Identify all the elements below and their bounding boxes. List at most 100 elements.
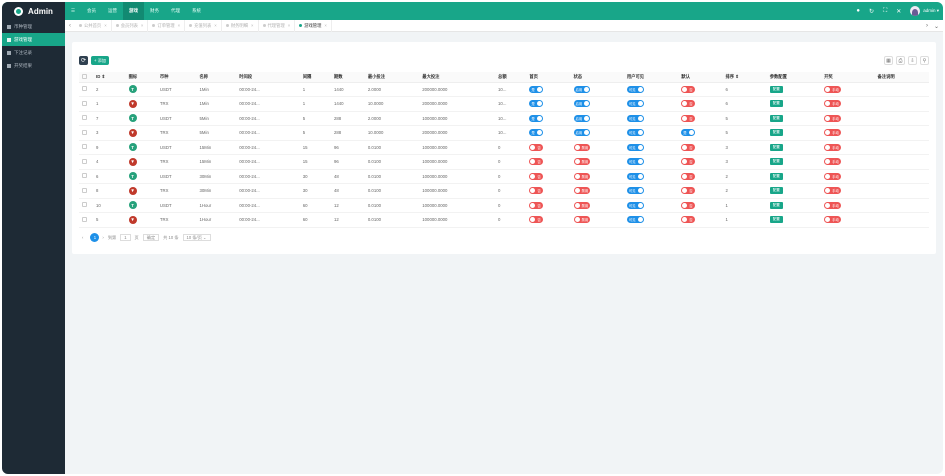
tab-close-icon[interactable]: ×: [288, 23, 291, 28]
default-toggle[interactable]: 否: [681, 100, 695, 108]
tab-item[interactable]: 订单管理 ×: [148, 19, 186, 32]
tab-scroll-right-icon[interactable]: ›: [926, 23, 928, 29]
row-checkbox[interactable]: [82, 158, 87, 164]
visible-toggle[interactable]: 可见: [626, 158, 644, 166]
export-icon[interactable]: ⇩: [908, 56, 917, 65]
row-checkbox[interactable]: [82, 202, 87, 208]
status-toggle[interactable]: 启用: [573, 114, 591, 122]
default-toggle[interactable]: 否: [681, 172, 695, 180]
home-toggle[interactable]: 是: [529, 85, 543, 93]
row-checkbox[interactable]: [82, 100, 87, 106]
table-row[interactable]: 2 T USDT 1Min 00:00-24... 1 1440 2.0000 200000.0…: [79, 82, 929, 97]
status-toggle[interactable]: 启用: [573, 100, 591, 108]
row-checkbox[interactable]: [82, 129, 87, 135]
draw-toggle[interactable]: 手动: [824, 114, 841, 122]
home-toggle[interactable]: 否: [529, 172, 543, 180]
draw-toggle[interactable]: 手动: [824, 216, 841, 224]
add-button[interactable]: + 添加: [91, 56, 109, 65]
config-button[interactable]: 配置: [769, 143, 783, 151]
table-row[interactable]: 5 ▼ TRX 1Hour 00:00-24... 60 12 0.0100 100000.00…: [79, 212, 929, 228]
draw-toggle[interactable]: 手动: [824, 143, 841, 151]
status-toggle[interactable]: 禁用: [573, 201, 591, 209]
draw-toggle[interactable]: 手动: [824, 129, 841, 137]
tab-close-icon[interactable]: ×: [104, 23, 107, 28]
default-toggle[interactable]: 否: [681, 216, 695, 224]
status-toggle[interactable]: 启用: [573, 129, 591, 137]
brand[interactable]: Admin: [2, 2, 65, 20]
draw-toggle[interactable]: 手动: [824, 201, 841, 209]
draw-toggle[interactable]: 手动: [824, 158, 841, 166]
row-checkbox[interactable]: [82, 216, 87, 222]
page-size-select[interactable]: 10 条/页 ⌄: [182, 234, 211, 241]
visible-toggle[interactable]: 可见: [626, 201, 644, 209]
row-checkbox[interactable]: [82, 187, 87, 193]
config-button[interactable]: 配置: [769, 114, 783, 122]
table-row[interactable]: 6 T USDT 30Min 00:00-24... 30 48 0.0100 100000.0…: [79, 169, 929, 184]
default-toggle[interactable]: 是: [681, 129, 695, 137]
visible-toggle[interactable]: 可见: [626, 216, 644, 224]
config-button[interactable]: 配置: [769, 201, 783, 209]
home-toggle[interactable]: 是: [529, 114, 543, 122]
home-toggle[interactable]: 是: [529, 100, 543, 108]
menu-toggle-icon[interactable]: ☰: [65, 2, 81, 20]
home-toggle[interactable]: 否: [529, 201, 543, 209]
tab-item[interactable]: 游戏管理 ×: [295, 19, 332, 32]
topnav-item[interactable]: 会员: [81, 2, 102, 20]
status-toggle[interactable]: 禁用: [573, 143, 591, 151]
default-toggle[interactable]: 否: [681, 114, 695, 122]
topnav-item[interactable]: 财务: [144, 2, 165, 20]
tab-menu-chevron-down-icon[interactable]: ⌄: [934, 23, 939, 30]
config-button[interactable]: 配置: [769, 187, 783, 195]
tab-scroll-left-icon[interactable]: ‹: [65, 23, 75, 29]
sidebar-item[interactable]: 下注记录: [2, 46, 65, 59]
tab-close-icon[interactable]: ×: [141, 23, 144, 28]
tab-close-icon[interactable]: ×: [251, 23, 254, 28]
table-row[interactable]: 8 ▼ TRX 30Min 00:00-24... 30 48 0.0100 100000.00…: [79, 183, 929, 199]
table-row[interactable]: 3 ▼ TRX 5Min 00:00-24... 5 288 10.0000 200000.00…: [79, 125, 929, 141]
table-row[interactable]: 7 T USDT 5Min 00:00-24... 5 288 2.0000 100000.00…: [79, 111, 929, 126]
home-toggle[interactable]: 否: [529, 158, 543, 166]
visible-toggle[interactable]: 可见: [626, 187, 644, 195]
home-toggle[interactable]: 否: [529, 143, 543, 151]
row-checkbox[interactable]: [82, 86, 87, 92]
tab-item[interactable]: 公共首页 ×: [75, 19, 112, 32]
config-button[interactable]: 配置: [769, 158, 783, 166]
next-page-button[interactable]: ›: [102, 235, 103, 240]
row-checkbox[interactable]: [82, 115, 87, 121]
topnav-item[interactable]: 系统: [186, 2, 207, 20]
goto-confirm-button[interactable]: 确定: [142, 234, 160, 241]
status-toggle[interactable]: 禁用: [573, 187, 591, 195]
default-toggle[interactable]: 否: [681, 85, 695, 93]
config-button[interactable]: 配置: [769, 129, 783, 137]
tab-item[interactable]: 财务明细 ×: [222, 19, 259, 32]
row-checkbox[interactable]: [82, 144, 87, 150]
sidebar-item[interactable]: 游戏管理: [2, 33, 65, 46]
table-row[interactable]: 9 T USDT 15Min 00:00-24... 15 96 0.0100 100000.0…: [79, 140, 929, 155]
print-icon[interactable]: ⎙: [896, 56, 905, 65]
home-toggle[interactable]: 否: [529, 216, 543, 224]
status-toggle[interactable]: 启用: [573, 85, 591, 93]
visible-toggle[interactable]: 可见: [626, 129, 644, 137]
default-toggle[interactable]: 否: [681, 201, 695, 209]
topnav-item[interactable]: 运营: [102, 2, 123, 20]
table-row[interactable]: 1 ▼ TRX 1Min 00:00-24... 1 1440 10.0000 200000.0…: [79, 96, 929, 112]
close-icon[interactable]: ✕: [896, 8, 901, 15]
draw-toggle[interactable]: 手动: [824, 172, 841, 180]
config-button[interactable]: 配置: [769, 216, 783, 224]
status-toggle[interactable]: 禁用: [573, 172, 591, 180]
fullscreen-icon[interactable]: ⛶: [883, 8, 887, 15]
visible-toggle[interactable]: 可见: [626, 85, 644, 93]
config-button[interactable]: 配置: [769, 100, 783, 108]
draw-toggle[interactable]: 手动: [824, 187, 841, 195]
refresh-icon[interactable]: ↻: [869, 8, 874, 15]
user-menu[interactable]: admin ▾: [923, 8, 939, 14]
default-toggle[interactable]: 否: [681, 143, 695, 151]
page-input[interactable]: 1: [120, 234, 131, 241]
draw-toggle[interactable]: 手动: [824, 85, 841, 93]
search-icon[interactable]: ⚲: [920, 56, 929, 65]
sidebar-item[interactable]: 币种管理: [2, 20, 65, 33]
topnav-item[interactable]: 代理: [165, 2, 186, 20]
prev-page-button[interactable]: ‹: [82, 235, 83, 240]
table-row[interactable]: 10 T USDT 1Hour 00:00-24... 60 12 0.0100 100000.…: [79, 198, 929, 213]
home-toggle[interactable]: 是: [529, 129, 543, 137]
